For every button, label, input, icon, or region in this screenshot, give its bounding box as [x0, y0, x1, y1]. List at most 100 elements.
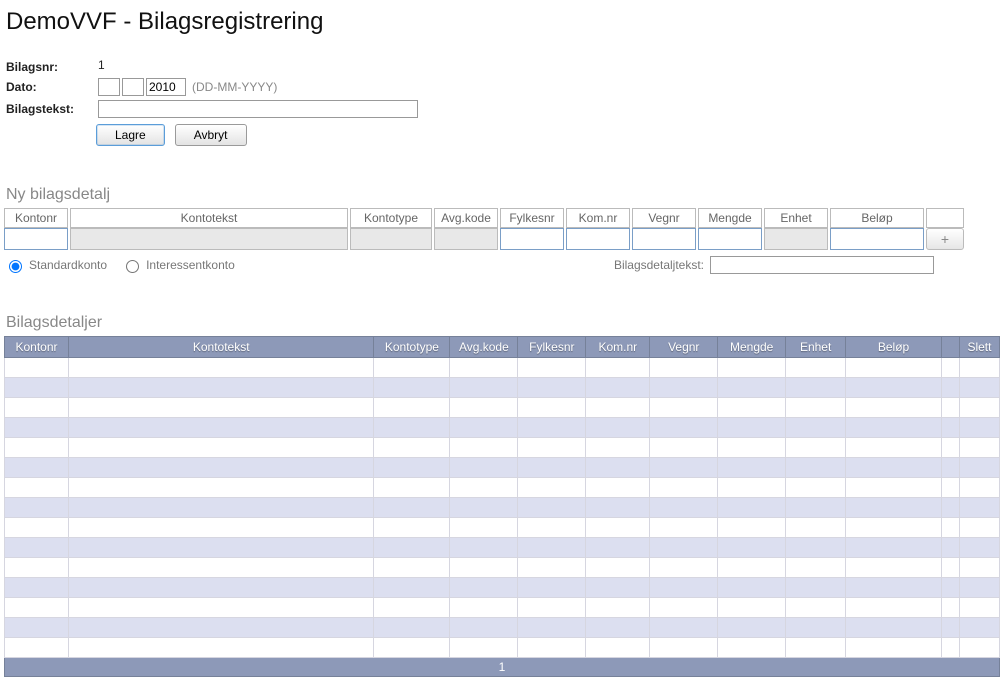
- interessentkonto-label: Interessentkonto: [146, 258, 235, 272]
- table-cell: [650, 638, 718, 658]
- fylkesnr-input[interactable]: [500, 228, 564, 250]
- table-cell: [518, 538, 586, 558]
- table-cell: [786, 538, 846, 558]
- bilagstekst-label: Bilagstekst:: [6, 100, 98, 118]
- dato-month-input[interactable]: [122, 78, 144, 96]
- vegnr-input[interactable]: [632, 228, 696, 250]
- table-cell: [846, 418, 942, 438]
- interessentkonto-radio[interactable]: [126, 260, 139, 273]
- dato-label: Dato:: [6, 78, 98, 96]
- table-cell: [518, 618, 586, 638]
- table-cell: [846, 478, 942, 498]
- table-cell: [718, 458, 786, 478]
- dato-year-input[interactable]: [146, 78, 186, 96]
- table-cell: [518, 578, 586, 598]
- dato-day-input[interactable]: [98, 78, 120, 96]
- bilagsnr-label: Bilagsnr:: [6, 58, 98, 74]
- table-cell: [518, 638, 586, 658]
- table-cell: [846, 558, 942, 578]
- table-cell: [959, 638, 999, 658]
- th-mengde[interactable]: Mengde: [718, 337, 786, 358]
- table-cell: [846, 598, 942, 618]
- th-fylkes[interactable]: Fylkesnr: [518, 337, 586, 358]
- avgkode-input: [434, 228, 498, 250]
- avbryt-button[interactable]: Avbryt: [175, 124, 247, 146]
- table-cell: [5, 418, 69, 438]
- table-cell: [586, 478, 650, 498]
- table-cell: [959, 558, 999, 578]
- table-cell: [586, 498, 650, 518]
- table-cell: [650, 598, 718, 618]
- table-cell: [68, 438, 373, 458]
- table-cell: [959, 518, 999, 538]
- th-kom[interactable]: Kom.nr: [586, 337, 650, 358]
- table-cell: [450, 398, 518, 418]
- table-cell: [5, 638, 69, 658]
- table-row: [5, 358, 1000, 378]
- table-cell: [941, 378, 959, 398]
- table-cell: [5, 498, 69, 518]
- bilagstekst-input[interactable]: [98, 100, 418, 118]
- table-cell: [450, 538, 518, 558]
- table-row: [5, 558, 1000, 578]
- table-cell: [959, 398, 999, 418]
- standardkonto-option[interactable]: Standardkonto: [4, 257, 107, 273]
- interessentkonto-option[interactable]: Interessentkonto: [121, 257, 235, 273]
- table-cell: [374, 638, 450, 658]
- table-cell: [786, 558, 846, 578]
- kontonr-input[interactable]: [4, 228, 68, 250]
- table-cell: [718, 598, 786, 618]
- th-veg[interactable]: Vegnr: [650, 337, 718, 358]
- th-slett[interactable]: Slett: [959, 337, 999, 358]
- col-header-kontotekst: Kontotekst: [70, 208, 348, 228]
- table-cell: [941, 398, 959, 418]
- th-kontonr[interactable]: Kontonr: [5, 337, 69, 358]
- entry-row: +: [4, 228, 994, 250]
- table-cell: [68, 578, 373, 598]
- table-cell: [450, 518, 518, 538]
- th-enhet[interactable]: Enhet: [786, 337, 846, 358]
- table-cell: [5, 598, 69, 618]
- table-cell: [450, 378, 518, 398]
- table-cell: [718, 358, 786, 378]
- add-detail-button[interactable]: +: [926, 228, 964, 250]
- th-avg[interactable]: Avg.kode: [450, 337, 518, 358]
- col-header-mengde: Mengde: [698, 208, 762, 228]
- table-cell: [374, 578, 450, 598]
- table-cell: [586, 518, 650, 538]
- col-header-veg: Vegnr: [632, 208, 696, 228]
- table-cell: [786, 438, 846, 458]
- standardkonto-radio[interactable]: [9, 260, 22, 273]
- table-row: [5, 578, 1000, 598]
- table-cell: [68, 558, 373, 578]
- th-belop[interactable]: Beløp: [846, 337, 942, 358]
- table-cell: [718, 418, 786, 438]
- table-cell: [518, 458, 586, 478]
- lagre-button[interactable]: Lagre: [96, 124, 165, 146]
- pager-current[interactable]: 1: [5, 658, 1000, 677]
- table-cell: [586, 578, 650, 598]
- col-header-fylkes: Fylkesnr: [500, 208, 564, 228]
- table-cell: [718, 638, 786, 658]
- table-cell: [586, 458, 650, 478]
- col-header-enhet: Enhet: [764, 208, 828, 228]
- table-cell: [846, 378, 942, 398]
- belop-input[interactable]: [830, 228, 924, 250]
- table-header-row: Kontonr Kontotekst Kontotype Avg.kode Fy…: [5, 337, 1000, 358]
- table-cell: [718, 378, 786, 398]
- table-row: [5, 458, 1000, 478]
- table-cell: [718, 518, 786, 538]
- th-kontotype[interactable]: Kontotype: [374, 337, 450, 358]
- bilagsdetaljtekst-input[interactable]: [710, 256, 934, 274]
- table-cell: [786, 618, 846, 638]
- table-cell: [68, 378, 373, 398]
- table-pager-row: 1: [5, 658, 1000, 677]
- table-cell: [68, 518, 373, 538]
- komnr-input[interactable]: [566, 228, 630, 250]
- th-kontotekst[interactable]: Kontotekst: [68, 337, 373, 358]
- table-cell: [959, 478, 999, 498]
- table-cell: [846, 538, 942, 558]
- mengde-input[interactable]: [698, 228, 762, 250]
- table-cell: [650, 618, 718, 638]
- table-row: [5, 598, 1000, 618]
